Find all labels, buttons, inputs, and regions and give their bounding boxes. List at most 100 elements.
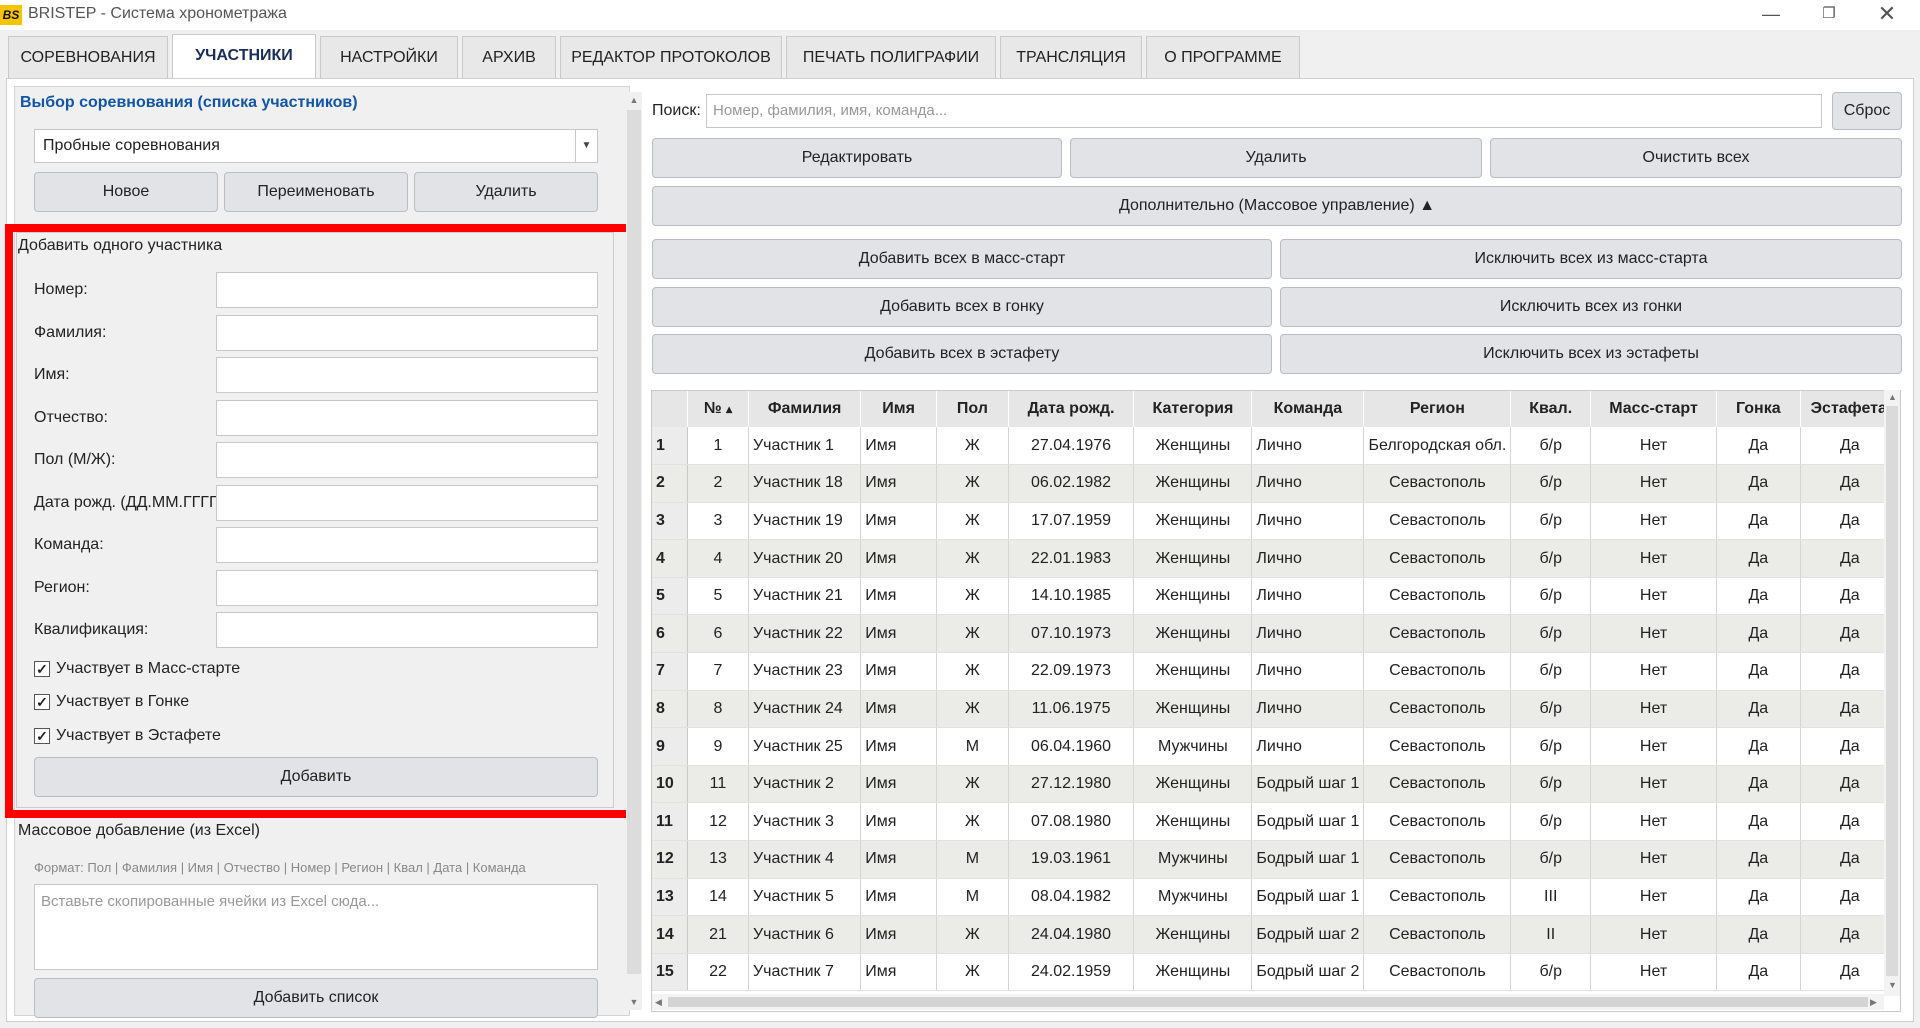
delete-participant-button[interactable]: Удалить (1070, 138, 1482, 178)
column-header[interactable]: Имя (860, 391, 938, 427)
table-cell: Имя (860, 652, 938, 691)
tab-protocol-editor[interactable]: РЕДАКТОР ПРОТОКОЛОВ (560, 36, 782, 78)
table-row[interactable]: 14 21 Участник 6 Имя Ж 24.04.1980 Женщины Бодры… (652, 915, 1900, 954)
table-row[interactable]: 8 8 Участник 24 Имя Ж 11.06.1975 Женщины Лично С… (652, 690, 1900, 729)
restore-icon[interactable]: ❐ (1800, 0, 1858, 30)
new-competition-button[interactable]: Новое (34, 172, 218, 212)
table-cell: 2 (687, 464, 750, 503)
table-row[interactable]: 4 4 Участник 20 Имя Ж 22.01.1983 Женщины Лично С… (652, 539, 1900, 578)
table-scroll-right-icon[interactable]: ▶ (1870, 997, 1877, 1008)
reset-button[interactable]: Сброс (1832, 92, 1902, 130)
mass-management-toggle[interactable]: Дополнительно (Массовое управление) ▲ (652, 186, 1902, 226)
column-header[interactable]: Пол (936, 391, 1009, 427)
tab-about[interactable]: О ПРОГРАММЕ (1146, 36, 1300, 78)
table-row[interactable]: 5 5 Участник 21 Имя Ж 14.10.1985 Женщины Лично С… (652, 577, 1900, 616)
table-vertical-scrollbar-thumb[interactable] (1886, 406, 1898, 976)
table-row[interactable]: 2 2 Участник 18 Имя Ж 06.02.1982 Женщины Лично С… (652, 464, 1900, 503)
table-row[interactable]: 3 3 Участник 19 Имя Ж 17.07.1959 Женщины Лично С… (652, 502, 1900, 541)
scroll-down-icon[interactable]: ▼ (626, 994, 642, 1010)
row-number-cell: 11 (652, 802, 688, 842)
table-row[interactable]: 1 1 Участник 1 Имя Ж 27.04.1976 Женщины Лично Бе… (652, 427, 1900, 466)
column-header[interactable]: Команда (1251, 391, 1365, 427)
table-cell: 08.04.1982 (1008, 878, 1135, 917)
table-cell: Участник 24 (748, 690, 862, 729)
clear-all-button[interactable]: Очистить всех (1490, 138, 1902, 178)
table-cell: Нет (1590, 727, 1717, 766)
exclude-all-relay-button[interactable]: Исключить всех из эстафеты (1280, 334, 1902, 374)
table-cell: Да (1716, 802, 1801, 842)
column-header[interactable]: Гонка (1716, 391, 1801, 427)
table-row[interactable]: 12 13 Участник 4 Имя М 19.03.1961 Мужчины Бодры… (652, 840, 1900, 879)
table-cell: 1 (687, 427, 750, 466)
table-cell: Ж (936, 690, 1009, 729)
table-cell: б/р (1510, 464, 1592, 503)
rename-competition-button[interactable]: Переименовать (224, 172, 408, 212)
table-row[interactable]: 11 12 Участник 3 Имя Ж 07.08.1980 Женщины Бодры… (652, 802, 1900, 842)
table-cell: 14.10.1985 (1008, 577, 1135, 616)
table-cell: Женщины (1133, 652, 1253, 691)
table-cell: Севастополь (1363, 652, 1512, 691)
tab-archive[interactable]: АРХИВ (462, 36, 556, 78)
close-icon[interactable]: ✕ (1858, 0, 1916, 30)
table-cell: 24.02.1959 (1008, 953, 1135, 992)
table-row[interactable]: 13 14 Участник 5 Имя М 08.04.1982 Мужчины Бодры… (652, 878, 1900, 917)
mass-add-textarea[interactable]: Вставьте скопированные ячейки из Excel с… (34, 884, 598, 970)
table-row[interactable]: 15 22 Участник 7 Имя Ж 24.02.1959 Женщины Бодры… (652, 953, 1900, 992)
column-header[interactable]: № ▴ (687, 391, 750, 427)
table-cell: Имя (860, 464, 938, 503)
column-header[interactable]: Дата рожд. (1008, 391, 1135, 427)
table-horizontal-scrollbar-thumb[interactable] (668, 997, 1868, 1007)
exclude-all-race-button[interactable]: Исключить всех из гонки (1280, 287, 1902, 327)
column-header[interactable]: Фамилия (748, 391, 862, 427)
table-cell: 9 (687, 727, 750, 766)
tab-print[interactable]: ПЕЧАТЬ ПОЛИГРАФИИ (786, 36, 996, 78)
tab-broadcast[interactable]: ТРАНСЛЯЦИЯ (1000, 36, 1142, 78)
table-cell: Женщины (1133, 915, 1253, 954)
participants-table[interactable]: № ▴ Фамилия Имя Пол Дата рожд. Категория… (651, 390, 1901, 1012)
row-number-cell: 15 (652, 953, 688, 992)
tab-competitions[interactable]: СОРЕВНОВАНИЯ (8, 36, 168, 78)
table-row[interactable]: 6 6 Участник 22 Имя Ж 07.10.1973 Женщины Лично С… (652, 614, 1900, 654)
add-all-race-button[interactable]: Добавить всех в гонку (652, 287, 1272, 327)
table-cell: Севастополь (1363, 464, 1512, 503)
table-cell: Севастополь (1363, 953, 1512, 992)
row-number-cell: 3 (652, 502, 688, 541)
table-cell: Имя (860, 878, 938, 917)
table-row[interactable]: 10 11 Участник 2 Имя Ж 27.12.1980 Женщины Бодры… (652, 765, 1900, 804)
table-cell: Да (1716, 765, 1801, 804)
exclude-all-mass-start-button[interactable]: Исключить всех из масс-старта (1280, 239, 1902, 279)
add-all-mass-start-button[interactable]: Добавить всех в масс-старт (652, 239, 1272, 279)
tab-participants[interactable]: УЧАСТНИКИ (172, 34, 316, 80)
window-title: BRISTEP - Система хронометража (28, 5, 287, 22)
edit-button[interactable]: Редактировать (652, 138, 1062, 178)
table-cell: Лично (1251, 539, 1365, 578)
table-cell: Лично (1251, 427, 1365, 466)
competition-select[interactable]: Пробные соревнования ▼ (34, 129, 598, 163)
add-all-relay-button[interactable]: Добавить всех в эстафету (652, 334, 1272, 374)
tab-settings[interactable]: НАСТРОЙКИ (320, 36, 458, 78)
table-scroll-left-icon[interactable]: ◀ (655, 997, 662, 1008)
column-header[interactable]: Регион (1363, 391, 1512, 427)
column-header[interactable]: Масс-старт (1590, 391, 1717, 427)
minimize-icon[interactable]: — (1742, 0, 1800, 30)
table-scroll-down-icon[interactable]: ▼ (1888, 980, 1897, 990)
table-cell: Да (1716, 727, 1801, 766)
table-cell: 27.04.1976 (1008, 427, 1135, 466)
column-header[interactable]: Квал. (1510, 391, 1592, 427)
delete-competition-button[interactable]: Удалить (414, 172, 598, 212)
scroll-up-icon[interactable]: ▲ (626, 92, 642, 108)
table-cell: Ж (936, 614, 1009, 654)
table-cell: 22.01.1983 (1008, 539, 1135, 578)
column-header[interactable]: Категория (1133, 391, 1253, 427)
table-cell: 6 (687, 614, 750, 654)
search-input[interactable]: Номер, фамилия, имя, команда... (706, 94, 1822, 128)
table-row[interactable]: 9 9 Участник 25 Имя М 06.04.1960 Мужчины Лично С… (652, 727, 1900, 766)
table-cell: Севастополь (1363, 690, 1512, 729)
left-scrollbar-thumb[interactable] (627, 110, 641, 974)
add-list-button[interactable]: Добавить список (34, 978, 598, 1018)
table-row[interactable]: 7 7 Участник 23 Имя Ж 22.09.1973 Женщины Лично С… (652, 652, 1900, 691)
table-cell: 8 (687, 690, 750, 729)
table-scroll-up-icon[interactable]: ▲ (1888, 392, 1897, 402)
table-cell: Бодрый шаг 2 (1251, 953, 1365, 992)
chevron-down-icon[interactable]: ▼ (575, 130, 597, 162)
